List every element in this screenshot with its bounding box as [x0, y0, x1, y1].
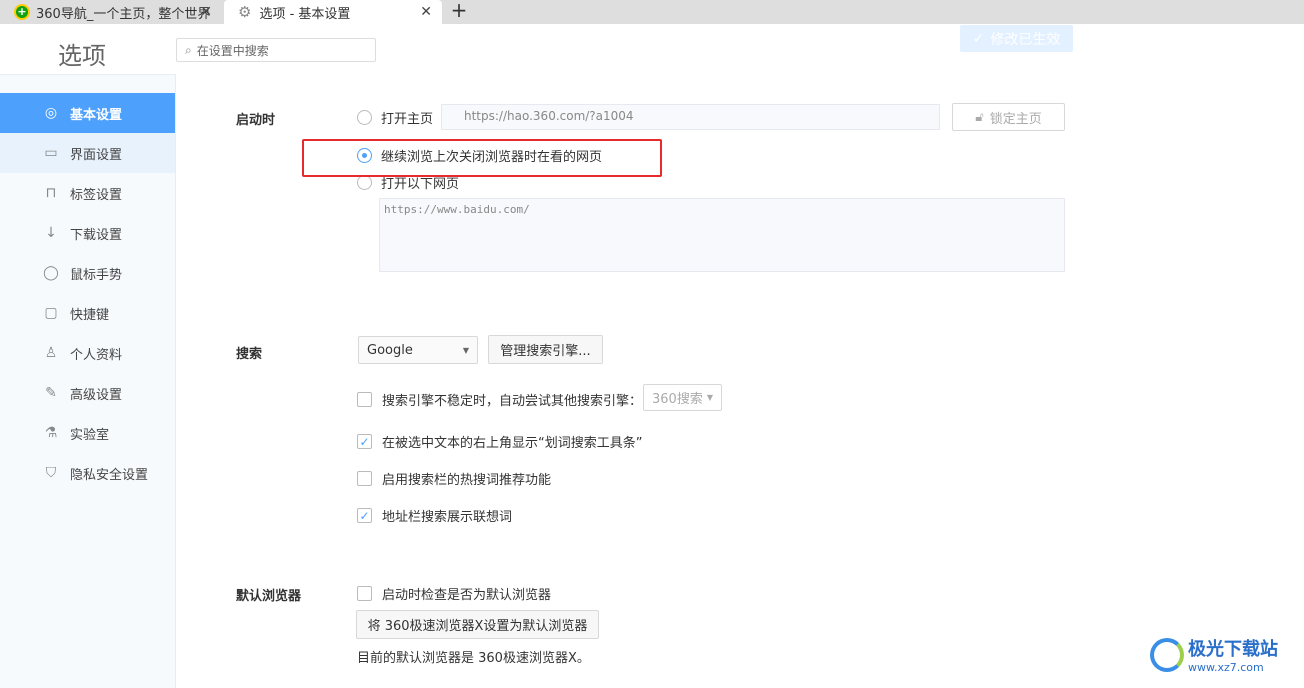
tab-label: 选项 - 基本设置 [259, 6, 351, 22]
sidebar-item-basic[interactable]: ◎ 基本设置 [0, 93, 175, 133]
search-label: 搜索 [236, 347, 263, 362]
settings-search-input[interactable]: ⌕ 在设置中搜索 [176, 38, 376, 62]
fallback-engine-select[interactable]: 360搜索 ▼ [643, 384, 722, 411]
search-icon: ⌕ [185, 42, 192, 57]
checkbox-check-default[interactable]: 启动时检查是否为默认浏览器 [357, 584, 551, 603]
shield-icon: ⛉ [45, 465, 57, 481]
checkbox-fallback-engine[interactable]: 搜索引擎不稳定时，自动尝试其他搜索引擎： [357, 390, 642, 409]
sidebar-item-download[interactable]: ↓ 下载设置 [0, 213, 175, 253]
new-tab-button[interactable]: + [444, 0, 474, 22]
check-icon: ✓ [972, 30, 985, 47]
user-icon: ♙ [44, 345, 58, 361]
mouse-icon: ◯ [43, 265, 59, 281]
lock-icon: 🔓︎ [975, 109, 984, 125]
dropdown-arrow-icon: ▼ [462, 345, 469, 355]
sidebar-item-mouse[interactable]: ◯ 鼠标手势 [0, 253, 175, 293]
checkbox-selection-toolbar[interactable]: ✓ 在被选中文本的右上角显示“划词搜索工具条” [357, 432, 642, 451]
360-logo-icon: + [14, 4, 30, 20]
tab-options[interactable]: ⚙ 选项 - 基本设置 ✕ [224, 0, 442, 24]
watermark-swirl-icon [1150, 637, 1184, 672]
default-browser-label: 默认浏览器 [236, 589, 302, 604]
window-icon: ▭ [44, 145, 58, 161]
startup-label: 启动时 [236, 113, 276, 128]
changes-saved-badge: ✓ 修改已生效 [960, 25, 1073, 52]
checkbox-checked-icon: ✓ [357, 508, 372, 523]
gear-icon: ⚙ [238, 3, 252, 21]
page-title: 选项 [58, 42, 106, 70]
checkbox-icon [357, 586, 372, 601]
tab-label: 360导航_一个主页，整个世界 [36, 6, 211, 22]
download-icon: ↓ [45, 225, 57, 241]
highlight-annotation-box [302, 139, 662, 177]
homepage-url-input[interactable]: https://hao.360.com/?a1004 [441, 104, 940, 130]
dropdown-arrow-icon: ▼ [706, 393, 713, 402]
flask-icon: ⚗ [44, 425, 58, 441]
sidebar: ◎ 基本设置 ▭ 界面设置 ⊓ 标签设置 ↓ 下载设置 ◯ 鼠标手势 ▢ 快捷键 ♙ 个人资料… [0, 74, 176, 688]
radio-icon [357, 175, 372, 190]
search-engine-select[interactable]: Google ▼ [358, 336, 478, 364]
radio-icon [357, 110, 372, 125]
checkbox-icon [357, 392, 372, 407]
sidebar-item-interface[interactable]: ▭ 界面设置 [0, 133, 175, 173]
close-tab-icon[interactable]: ✕ [200, 4, 212, 20]
sidebar-item-lab[interactable]: ⚗ 实验室 [0, 413, 175, 453]
checkbox-icon [357, 471, 372, 486]
startup-pages-textarea[interactable]: https://www.baidu.com/ [379, 198, 1065, 272]
checkbox-hot-search[interactable]: 启用搜索栏的热搜词推荐功能 [357, 469, 551, 488]
default-browser-status: 目前的默认浏览器是 360极速浏览器X。 [357, 651, 590, 666]
radio-open-homepage[interactable]: 打开主页 [357, 108, 433, 127]
wrench-icon: ✎ [45, 385, 57, 401]
lock-homepage-button[interactable]: 🔓︎ 锁定主页 [952, 103, 1065, 131]
tab-icon: ⊓ [45, 185, 57, 201]
watermark-logo: 极光下载站 www.xz7.com [1150, 635, 1278, 674]
shortcut-icon: ▢ [44, 305, 58, 321]
sidebar-item-profile[interactable]: ♙ 个人资料 [0, 333, 175, 373]
tab-360-nav[interactable]: + 360导航_一个主页，整个世界 ✕ [0, 0, 222, 24]
manage-search-engines-button[interactable]: 管理搜索引擎... [488, 335, 603, 364]
sidebar-item-advanced[interactable]: ✎ 高级设置 [0, 373, 175, 413]
sidebar-item-shortcuts[interactable]: ▢ 快捷键 [0, 293, 175, 333]
sidebar-item-tabs[interactable]: ⊓ 标签设置 [0, 173, 175, 213]
checkbox-address-suggestions[interactable]: ✓ 地址栏搜索展示联想词 [357, 506, 512, 525]
settings-hex-icon: ◎ [44, 105, 58, 121]
checkbox-checked-icon: ✓ [357, 434, 372, 449]
close-tab-icon[interactable]: ✕ [420, 4, 432, 20]
set-default-browser-button[interactable]: 将 360极速浏览器X设置为默认浏览器 [356, 610, 599, 639]
sidebar-item-privacy[interactable]: ⛉ 隐私安全设置 [0, 453, 175, 493]
